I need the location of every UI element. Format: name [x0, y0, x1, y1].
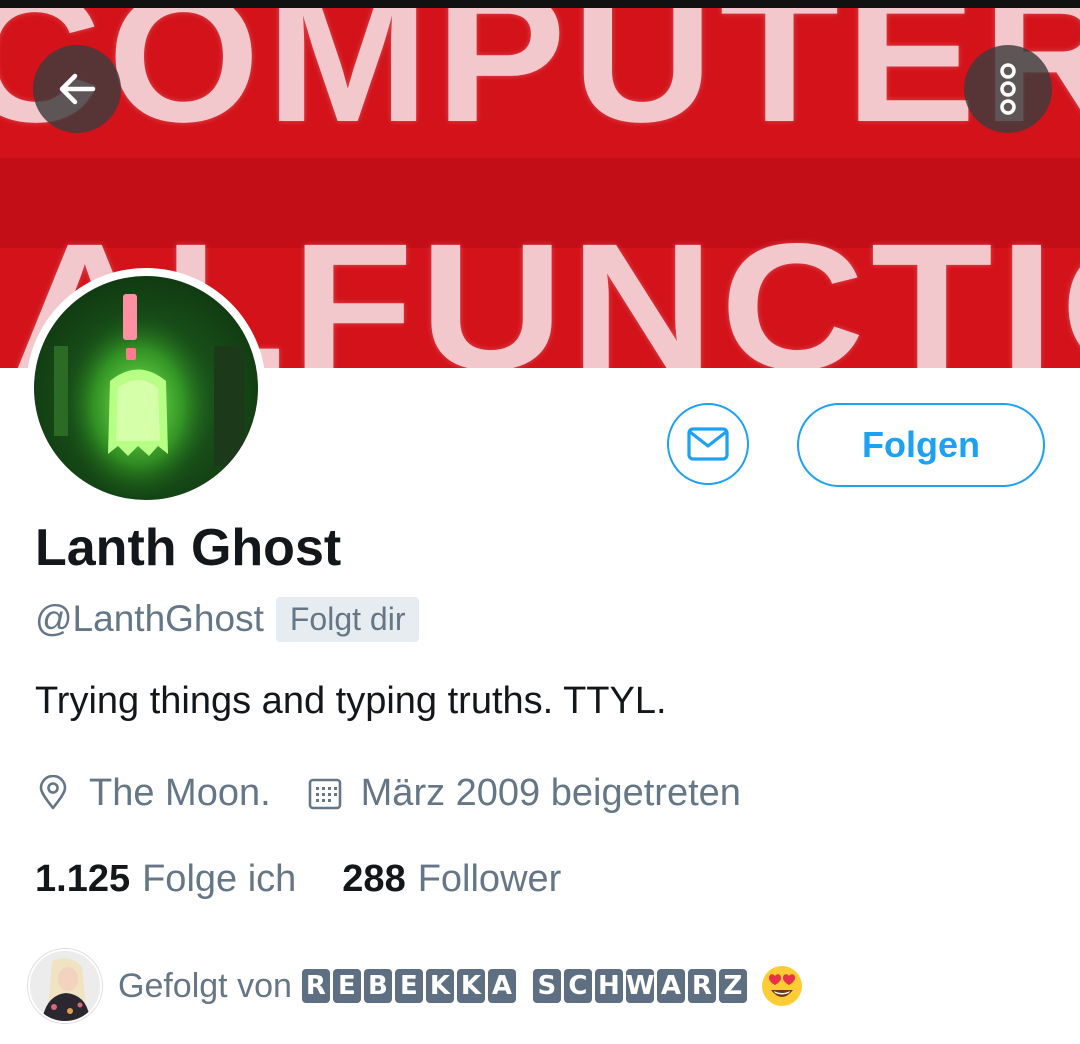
location-pin-icon: [39, 775, 67, 810]
message-button[interactable]: [667, 403, 749, 485]
name-letter: A: [656, 969, 685, 1003]
profile-meta: The Moon. März 2009 beigetreten: [35, 766, 741, 820]
more-options-button[interactable]: [964, 45, 1052, 133]
profile-avatar[interactable]: [26, 268, 266, 508]
back-button[interactable]: [33, 45, 121, 133]
name-letter: E: [394, 969, 423, 1003]
status-bar-strip: [0, 0, 1080, 8]
name-letter: H: [594, 969, 623, 1003]
heart-eyes-emoji-icon: [761, 966, 802, 1006]
follower-name-last: S C H W A R Z: [532, 969, 750, 1003]
follow-button[interactable]: Folgen: [797, 403, 1045, 487]
name-letter: C: [563, 969, 592, 1003]
following-stat[interactable]: 1.125 Folge ich: [35, 858, 296, 901]
banner-text-top: COMPUTER: [0, 8, 1080, 161]
name-letter: W: [625, 969, 655, 1003]
follower-avatar-image: [30, 951, 100, 1021]
profile-location: The Moon.: [89, 771, 271, 814]
more-vertical-icon: [1000, 63, 1016, 115]
mail-icon: [687, 427, 729, 461]
followers-stat[interactable]: 288 Follower: [342, 858, 561, 901]
follower-avatar: [28, 949, 102, 1023]
name-letter: S: [532, 969, 561, 1003]
name-letter: Z: [718, 969, 747, 1003]
arrow-left-icon: [59, 73, 96, 105]
name-letter: K: [456, 969, 485, 1003]
followed-by-row[interactable]: Gefolgt von R E B E K K A S C H W A R Z: [28, 948, 804, 1024]
name-letter: K: [425, 969, 454, 1003]
name-letter: A: [487, 969, 516, 1003]
followers-label: Follower: [417, 857, 562, 900]
following-label: Folge ich: [142, 857, 297, 900]
followed-by-label: Gefolgt von: [118, 966, 292, 1005]
profile-stats: 1.125 Folge ich 288 Follower: [35, 852, 561, 906]
follows-you-badge: Folgt dir: [275, 596, 420, 642]
avatar-image: [34, 276, 258, 500]
name-letter: R: [301, 969, 330, 1003]
profile-bio: Trying things and typing truths. TTYL.: [35, 680, 667, 722]
calendar-icon: [308, 778, 341, 810]
following-count: 1.125: [35, 857, 131, 900]
profile-name: Lanth Ghost: [35, 519, 342, 577]
followers-count: 288: [342, 857, 406, 900]
name-letter: R: [687, 969, 716, 1003]
glowing-ghost-image: [54, 294, 244, 500]
profile-joined-date: März 2009 beigetreten: [360, 771, 741, 814]
follower-name-first: R E B E K K A: [301, 969, 519, 1003]
name-letter: E: [332, 969, 361, 1003]
name-letter: B: [363, 969, 392, 1003]
handle-row: @LanthGhost Folgt dir: [35, 594, 420, 644]
profile-handle: @LanthGhost: [35, 598, 264, 639]
